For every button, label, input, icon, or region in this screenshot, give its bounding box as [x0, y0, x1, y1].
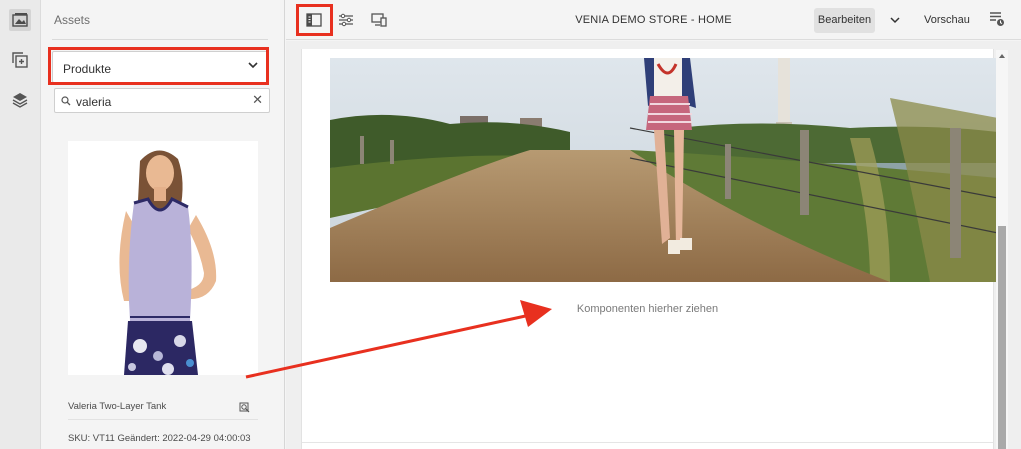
- chevron-down-icon: [247, 59, 259, 74]
- product-thumbnail[interactable]: [68, 141, 258, 375]
- search-icon: [61, 95, 71, 109]
- content-tree-layers-icon[interactable]: [9, 89, 31, 111]
- scroll-up-icon[interactable]: [999, 54, 1005, 58]
- assets-browser-icon[interactable]: [9, 9, 31, 31]
- hero-banner-image[interactable]: [330, 58, 998, 282]
- component-drop-zone[interactable]: Komponenten hierher ziehen: [302, 289, 993, 441]
- publish-status-icon[interactable]: [989, 11, 1005, 32]
- page-title: VENIA DEMO STORE - HOME: [575, 14, 732, 26]
- assets-panel: Assets Produkte valeria ✕ Valeria Two-La…: [41, 0, 285, 449]
- asset-type-selected-value: Produkte: [63, 62, 112, 76]
- panel-title: Assets: [54, 13, 91, 27]
- panel-divider: [52, 39, 268, 40]
- search-input-value[interactable]: valeria: [76, 95, 111, 109]
- preview-button[interactable]: Vorschau: [924, 14, 970, 26]
- asset-name: Valeria Two-Layer Tank: [68, 401, 167, 412]
- drop-zone-placeholder: Komponenten hierher ziehen: [576, 303, 719, 315]
- editor-toolbar: VENIA DEMO STORE - HOME Bearbeiten Vorsc…: [286, 0, 1021, 40]
- editor-canvas: Komponenten hierher ziehen: [286, 41, 1021, 449]
- asset-search-field[interactable]: valeria ✕: [54, 88, 270, 113]
- canvas-scrollbar[interactable]: [996, 50, 1008, 449]
- components-icon[interactable]: [9, 49, 31, 71]
- page-frame: Komponenten hierher ziehen: [301, 49, 998, 449]
- icon-rail: [0, 0, 41, 449]
- view-details-icon[interactable]: [239, 400, 250, 418]
- clear-search-icon[interactable]: ✕: [252, 92, 263, 108]
- scrollbar-thumb[interactable]: [998, 226, 1006, 449]
- mode-chevron-down-icon[interactable]: [889, 13, 901, 31]
- edit-mode-button[interactable]: Bearbeiten: [814, 8, 875, 33]
- asset-type-dropdown[interactable]: Produkte: [52, 51, 268, 83]
- page-bottom-divider: [302, 442, 993, 443]
- asset-meta: SKU: VT11 Geändert: 2022-04-29 04:00:03: [68, 433, 251, 444]
- card-divider: [68, 419, 258, 420]
